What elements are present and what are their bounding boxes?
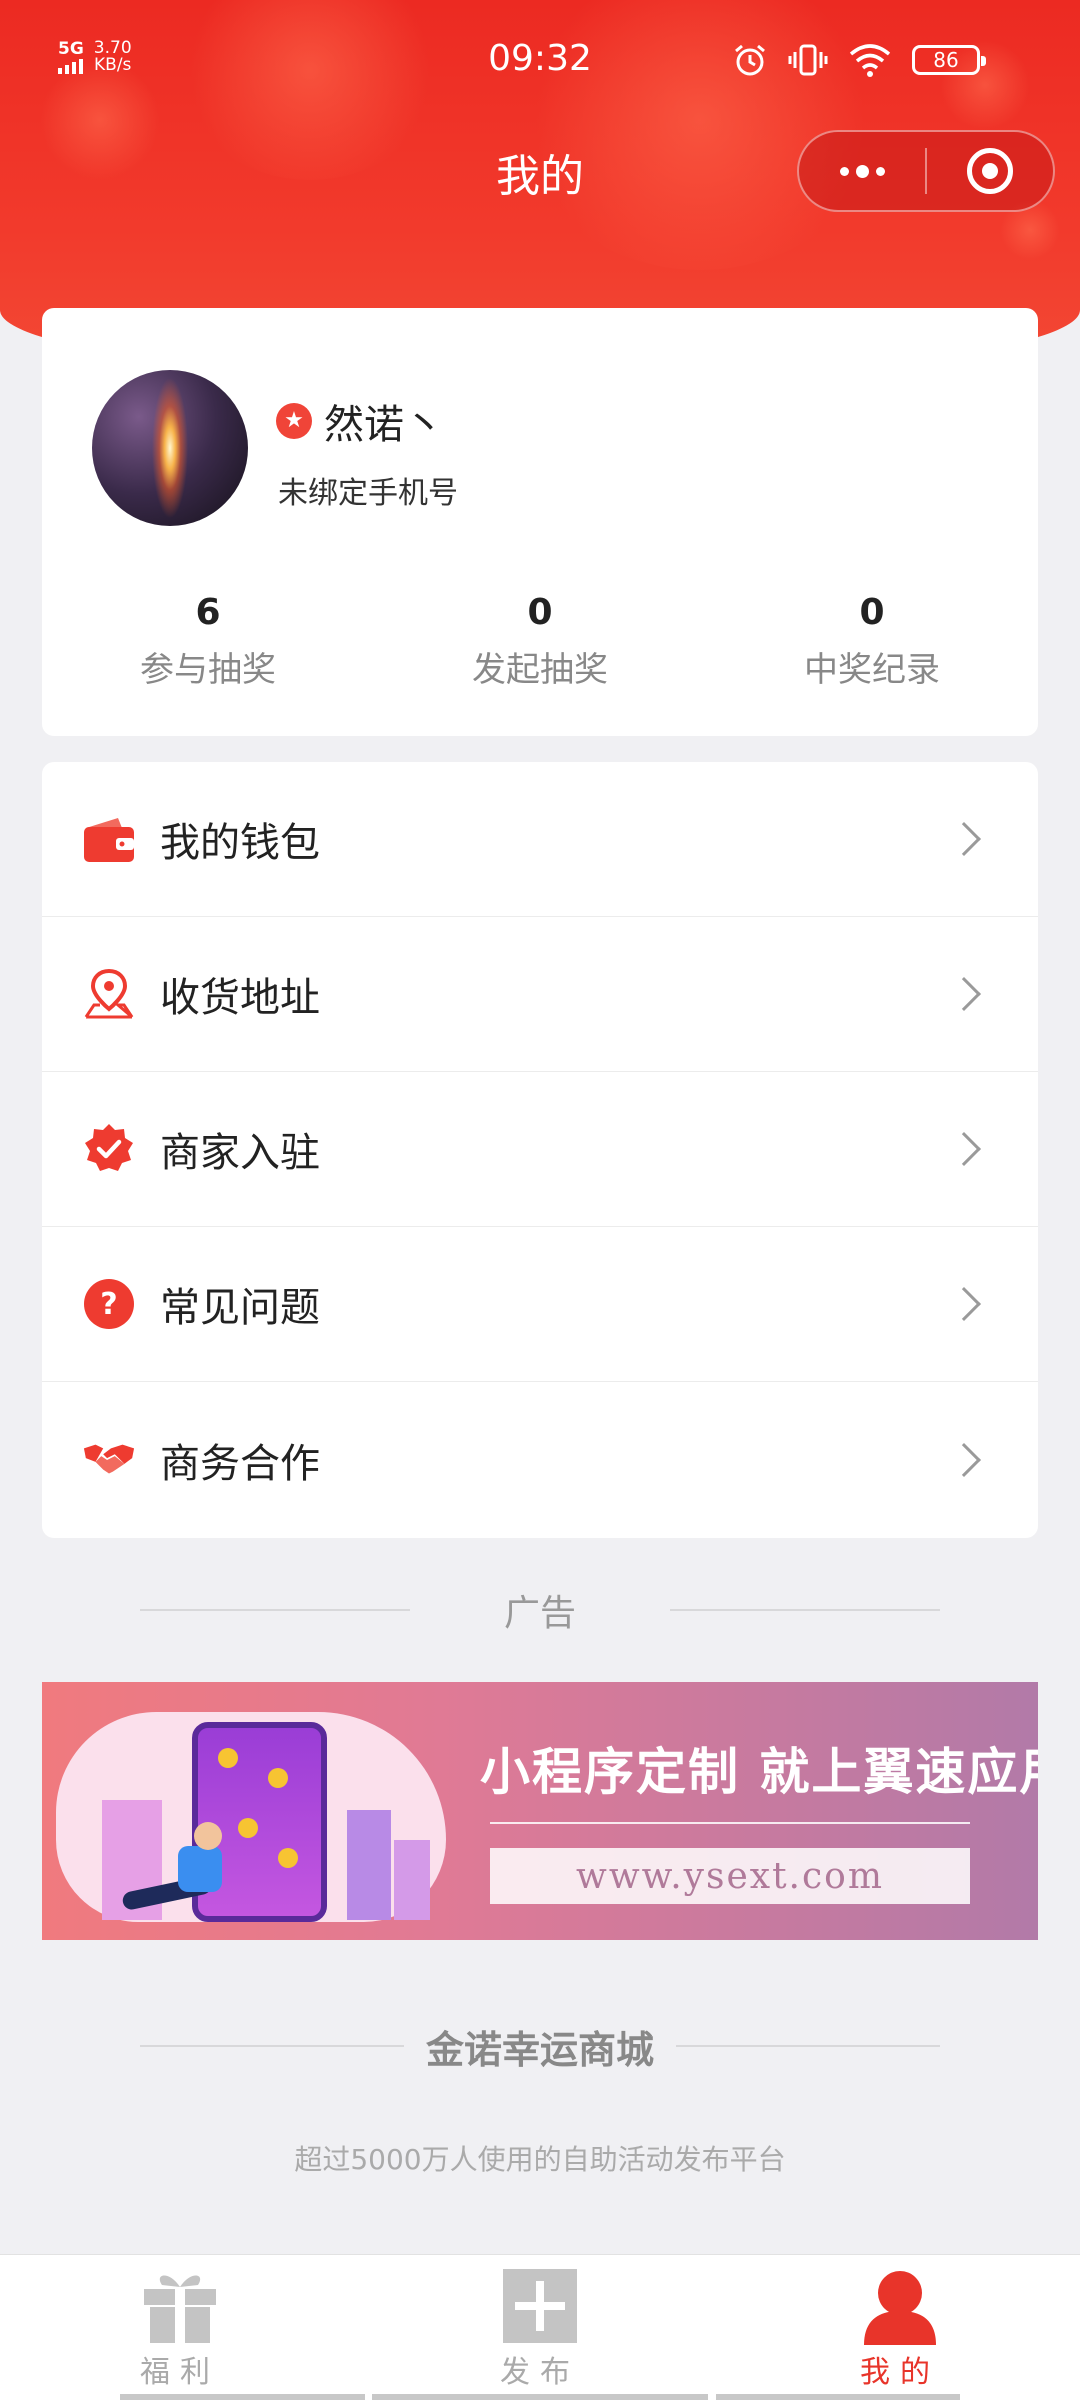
divider-line bbox=[670, 1609, 941, 1611]
menu-item-label: 收货地址 bbox=[160, 975, 320, 1021]
phone-binding-status[interactable]: 未绑定手机号 bbox=[278, 468, 458, 512]
miniprogram-capsule bbox=[797, 130, 1055, 212]
home-indicator bbox=[716, 2394, 960, 2400]
gift-icon bbox=[140, 2267, 220, 2345]
status-icons: 86 bbox=[732, 42, 986, 78]
stat-value: 6 bbox=[195, 592, 221, 633]
chevron-right-icon bbox=[947, 977, 981, 1011]
menu-item-label: 商务合作 bbox=[160, 1441, 320, 1487]
menu-item-faq[interactable]: ? 常见问题 bbox=[42, 1227, 1038, 1382]
menu-item-address[interactable]: 收货地址 bbox=[42, 917, 1038, 1072]
tab-mine[interactable]: 我的 bbox=[720, 2255, 1080, 2400]
stat-value: 0 bbox=[527, 592, 553, 633]
menu-item-wallet[interactable]: 我的钱包 bbox=[42, 762, 1038, 917]
ad-section-header: 广告 bbox=[140, 1582, 941, 1638]
tab-welfare[interactable]: 福利 bbox=[0, 2255, 360, 2400]
ad-url-box: www.ysext.com bbox=[490, 1848, 970, 1904]
menu-list: 我的钱包 收货地址 商家入驻 ? 常见问题 商务合作 bbox=[42, 762, 1038, 1538]
ad-divider bbox=[490, 1822, 970, 1824]
brand-name: 金诺幸运商城 bbox=[426, 2027, 655, 2072]
battery-icon: 86 bbox=[912, 45, 986, 75]
stat-label: 参与抽奖 bbox=[140, 650, 276, 690]
wifi-icon bbox=[849, 44, 891, 77]
person-illustration bbox=[121, 1822, 242, 1922]
divider-line bbox=[140, 1609, 410, 1611]
chevron-right-icon bbox=[947, 1132, 981, 1166]
more-button[interactable] bbox=[799, 132, 925, 210]
menu-item-business[interactable]: 商务合作 bbox=[42, 1382, 1038, 1538]
stat-value: 0 bbox=[859, 592, 885, 633]
tab-publish[interactable]: 发布 bbox=[360, 2255, 720, 2400]
tab-label: 发布 bbox=[500, 2355, 580, 2390]
menu-item-merchant[interactable]: 商家入驻 bbox=[42, 1072, 1038, 1227]
star-badge-icon: ★ bbox=[276, 403, 312, 439]
brand-section: 金诺幸运商城 bbox=[140, 2018, 941, 2074]
brand-slogan: 超过5000万人使用的自助活动发布平台 bbox=[294, 2143, 786, 2176]
menu-item-label: 我的钱包 bbox=[160, 820, 320, 866]
menu-item-label: 常见问题 bbox=[160, 1285, 320, 1331]
more-dots-icon bbox=[839, 164, 885, 178]
battery-level: 86 bbox=[933, 48, 959, 72]
close-miniprogram-button[interactable] bbox=[927, 132, 1053, 210]
divider-line bbox=[140, 2045, 404, 2047]
ad-headline: 小程序定制 就上翼速应用 bbox=[480, 1742, 1038, 1801]
stat-label: 中奖纪录 bbox=[804, 650, 940, 690]
wallet-icon bbox=[82, 812, 136, 866]
tab-label: 福利 bbox=[140, 2355, 220, 2390]
tab-bar: 福利 发布 我的 bbox=[0, 2254, 1080, 2400]
stat-label: 发起抽奖 bbox=[472, 650, 608, 690]
divider-line bbox=[676, 2045, 941, 2047]
vibrate-icon bbox=[788, 44, 828, 76]
ad-label: 广告 bbox=[504, 1593, 577, 1634]
plus-icon bbox=[500, 2267, 580, 2345]
chevron-right-icon bbox=[947, 822, 981, 856]
user-icon bbox=[860, 2267, 940, 2345]
avatar[interactable] bbox=[92, 370, 248, 526]
chevron-right-icon bbox=[947, 1287, 981, 1321]
profile-page: 5G 3.70 KB/s 09:32 86 我的 ★ 然诺丶 未绑定手机号 6 … bbox=[0, 0, 1080, 2400]
home-indicator bbox=[120, 2394, 365, 2400]
building-art bbox=[347, 1810, 391, 1920]
chevron-right-icon bbox=[947, 1443, 981, 1477]
target-icon bbox=[967, 148, 1013, 194]
svg-text:?: ? bbox=[100, 1287, 117, 1322]
verified-badge-icon bbox=[82, 1122, 136, 1176]
ad-url: www.ysext.com bbox=[576, 1855, 884, 1897]
user-name-row: ★ 然诺丶 bbox=[276, 392, 444, 450]
user-name: 然诺丶 bbox=[324, 402, 444, 448]
building-art bbox=[394, 1840, 430, 1920]
stat-participated[interactable]: 6 参与抽奖 bbox=[42, 588, 374, 691]
question-icon: ? bbox=[82, 1277, 136, 1331]
menu-item-label: 商家入驻 bbox=[160, 1130, 320, 1176]
location-pin-icon bbox=[82, 967, 136, 1021]
stat-initiated[interactable]: 0 发起抽奖 bbox=[374, 588, 706, 691]
home-indicator bbox=[372, 2394, 708, 2400]
profile-card: ★ 然诺丶 未绑定手机号 6 参与抽奖 0 发起抽奖 0 中奖纪录 bbox=[42, 308, 1038, 736]
stats-row: 6 参与抽奖 0 发起抽奖 0 中奖纪录 bbox=[42, 588, 1038, 691]
alarm-icon bbox=[735, 44, 765, 76]
status-bar: 5G 3.70 KB/s 09:32 86 bbox=[0, 30, 1080, 90]
tab-label: 我的 bbox=[860, 2355, 940, 2390]
handshake-icon bbox=[82, 1433, 136, 1487]
ad-banner[interactable]: 小程序定制 就上翼速应用 www.ysext.com bbox=[42, 1682, 1038, 1940]
stat-winning-records[interactable]: 0 中奖纪录 bbox=[706, 588, 1038, 691]
